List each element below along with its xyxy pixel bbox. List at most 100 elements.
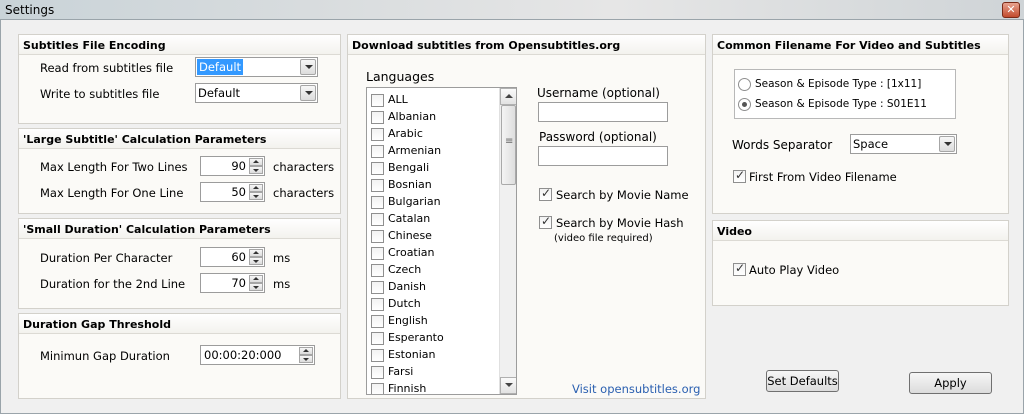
language-label: Arabic [388,127,423,140]
language-checkbox[interactable] [371,366,384,379]
language-checkbox[interactable] [371,145,384,158]
separator-select[interactable]: Space [850,134,957,154]
large-subtitle-panel: 'Large Subtitle' Calculation Parameters … [18,128,341,214]
stepper-up-icon[interactable] [249,158,263,166]
language-label: Farsi [388,365,414,378]
stepper-up-icon[interactable] [249,275,263,283]
min-gap-value: 00:00:20:000 [204,348,282,362]
apply-button[interactable]: Apply [909,372,992,394]
large-subtitle-title: 'Large Subtitle' Calculation Parameters [23,133,267,146]
read-encoding-label: Read from subtitles file [40,61,174,75]
language-checkbox[interactable] [371,162,384,175]
per-char-label: Duration Per Character [40,251,173,265]
stepper-down-icon[interactable] [249,257,263,265]
two-lines-unit: characters [273,160,335,174]
stepper-up-icon[interactable] [299,347,313,355]
scroll-thumb[interactable] [501,105,516,185]
encoding-panel: Subtitles File Encoding Read from subtit… [18,34,341,124]
language-checkbox[interactable] [371,111,384,124]
second-line-label: Duration for the 2nd Line [40,277,186,291]
languages-label: Languages [366,69,435,84]
min-gap-label: Minimun Gap Duration [40,349,170,363]
read-encoding-select[interactable]: Default [195,57,318,77]
hash-note: (video file required) [554,233,653,244]
language-label: Bulgarian [388,195,441,208]
per-char-value: 60 [231,250,246,264]
languages-list[interactable]: ALL Albanian Arabic Armenian Bengali Bosnian B… [366,87,517,395]
stepper-down-icon[interactable] [299,355,313,363]
write-encoding-select[interactable]: Default [195,83,318,103]
language-label: Croatian [388,246,435,259]
two-lines-stepper[interactable]: 90 [200,156,265,176]
encoding-panel-header: Subtitles File Encoding [19,35,340,55]
one-line-label: Max Length For One Line [40,186,184,200]
language-label: Danish [388,280,426,293]
gap-header: Duration Gap Threshold [19,314,340,334]
small-duration-title: 'Small Duration' Calculation Parameters [23,223,271,236]
password-input[interactable] [538,146,668,166]
stepper-down-icon[interactable] [249,192,263,200]
one-line-stepper[interactable]: 50 [200,182,265,202]
stepper-down-icon[interactable] [249,166,263,174]
download-header: Download subtitles from Opensubtitles.or… [348,35,705,55]
set-defaults-button[interactable]: Set Defaults [766,370,839,392]
language-checkbox[interactable] [371,179,384,192]
languages-scrollbar[interactable] [499,88,516,394]
language-checkbox[interactable] [371,315,384,328]
small-duration-panel: 'Small Duration' Calculation Parameters … [18,218,341,309]
separator-value: Space [853,137,889,151]
scroll-down-icon[interactable] [500,377,516,394]
filename-header: Common Filename For Video and Subtitles [713,35,1008,55]
filename-panel: Common Filename For Video and Subtitles … [712,34,1009,214]
small-duration-header: 'Small Duration' Calculation Parameters [19,219,340,239]
close-button[interactable]: ✕ [1002,2,1020,18]
stepper-down-icon[interactable] [249,283,263,291]
settings-window: Subtitles File Encoding Read from subtit… [0,20,1024,414]
two-lines-value: 90 [231,159,246,173]
language-checkbox[interactable] [371,298,384,311]
gap-title: Duration Gap Threshold [23,318,172,331]
option-s01e11-radio[interactable] [738,98,751,111]
search-hash-checkbox[interactable] [539,214,552,229]
stepper-up-icon[interactable] [249,184,263,192]
visit-opensubtitles-link[interactable]: Visit opensubtitles.org [572,382,700,396]
one-line-unit: characters [273,186,335,200]
autoplay-checkbox[interactable] [733,261,746,276]
language-checkbox[interactable] [371,128,384,141]
first-from-video-checkbox[interactable] [733,168,746,183]
language-label: Armenian [388,144,442,157]
language-label: Esperanto [388,331,444,344]
separator-label: Words Separator [732,138,833,152]
chevron-down-icon[interactable] [939,136,955,152]
second-line-stepper[interactable]: 70 [200,273,265,293]
per-char-unit: ms [273,251,291,265]
video-title: Video [717,225,752,238]
video-panel: Video Auto Play Video [712,220,1009,306]
language-label: ALL [388,93,408,106]
min-gap-stepper[interactable]: 00:00:20:000 [200,345,315,365]
chevron-down-icon[interactable] [300,85,316,101]
language-checkbox[interactable] [371,230,384,243]
per-char-stepper[interactable]: 60 [200,247,265,267]
username-input[interactable] [538,102,668,122]
chevron-down-icon[interactable] [300,59,316,75]
option-1x11-label: Season & Episode Type : [1x11] [755,78,922,90]
gap-panel: Duration Gap Threshold Minimun Gap Durat… [18,313,341,399]
scroll-up-icon[interactable] [500,88,516,105]
stepper-up-icon[interactable] [249,249,263,257]
language-checkbox[interactable] [371,349,384,362]
language-label: Bengali [388,161,430,174]
language-checkbox[interactable] [371,332,384,345]
search-name-checkbox[interactable] [539,186,552,201]
language-checkbox[interactable] [371,383,384,394]
language-checkbox[interactable] [371,213,384,226]
video-header: Video [713,221,1008,241]
language-checkbox[interactable] [371,264,384,277]
language-checkbox[interactable] [371,196,384,209]
language-label: Bosnian [388,178,432,191]
language-label: English [388,314,428,327]
language-checkbox[interactable] [371,281,384,294]
language-checkbox[interactable] [371,94,384,107]
language-checkbox[interactable] [371,247,384,260]
option-1x11-radio[interactable] [738,78,751,91]
